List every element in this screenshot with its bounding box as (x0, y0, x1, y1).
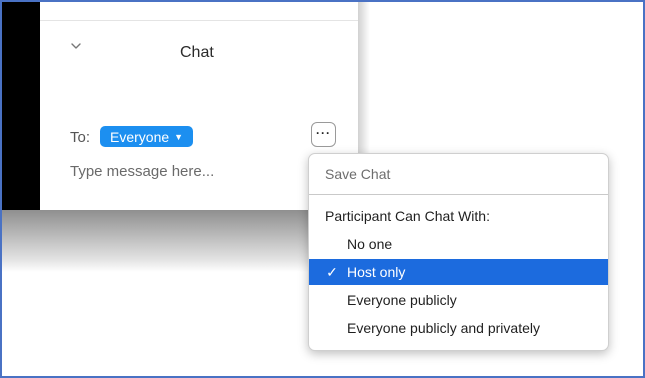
menu-item-no-one[interactable]: No one (309, 231, 608, 257)
message-input[interactable] (70, 163, 290, 180)
option-label: Everyone publicly and privately (347, 320, 540, 336)
menu-item-everyone-publicly[interactable]: Everyone publicly (309, 287, 608, 313)
option-label: Everyone publicly (347, 292, 457, 308)
recipient-dropdown[interactable]: Everyone ▼ (100, 126, 194, 147)
screenshot-frame: Chat To: Everyone ▼ ··· Save Chat Partic… (0, 0, 645, 378)
menu-header-participant-can-chat: Participant Can Chat With: (309, 203, 608, 229)
menu-item-everyone-publicly-and-privately[interactable]: Everyone publicly and privately (309, 315, 608, 341)
ellipsis-icon: ··· (316, 125, 331, 140)
option-label: No one (347, 236, 393, 252)
option-label: Host only (347, 264, 406, 280)
menu-separator (309, 194, 608, 195)
menu-item-save-chat[interactable]: Save Chat (309, 161, 608, 187)
save-chat-label: Save Chat (325, 166, 391, 182)
to-label: To: (70, 129, 91, 146)
checkmark-icon: ✓ (326, 263, 338, 280)
recipient-label: Everyone (110, 128, 170, 145)
more-options-button[interactable]: ··· (311, 122, 336, 147)
menu-item-host-only[interactable]: ✓ Host only (309, 259, 608, 285)
caret-down-icon: ▼ (174, 131, 184, 142)
left-sidebar-edge (2, 2, 40, 210)
chevron-down-icon[interactable] (70, 40, 82, 52)
chat-title: Chat (180, 44, 214, 61)
top-divider (40, 20, 358, 21)
participant-header-label: Participant Can Chat With: (325, 208, 490, 224)
chat-options-menu: Save Chat Participant Can Chat With: No … (308, 153, 609, 351)
